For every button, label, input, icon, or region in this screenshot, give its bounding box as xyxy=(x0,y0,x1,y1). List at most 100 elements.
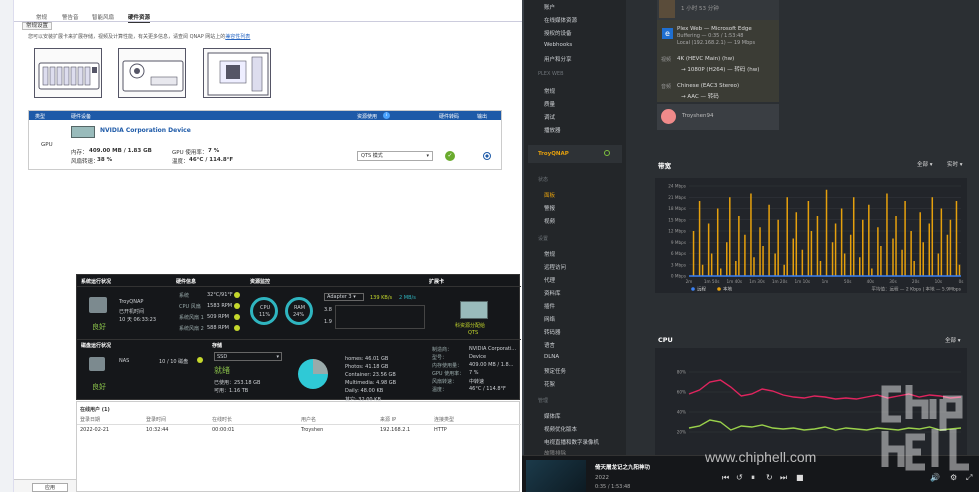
sidebar-item-devices[interactable]: 授权的设备 xyxy=(544,29,572,37)
storage-select[interactable]: SSD ▾ xyxy=(214,352,282,361)
tab-buzzer[interactable]: 警告音 xyxy=(62,13,79,21)
sidebar-item-language[interactable]: 语言 xyxy=(544,341,555,349)
sidebar-item-optimized-versions[interactable]: 视频优化版本 xyxy=(544,425,577,433)
volume-icon[interactable]: 🔊 xyxy=(930,473,940,482)
col-type: 类型 xyxy=(35,113,46,120)
cpu-filter[interactable]: 全部 ▾ xyxy=(945,336,961,344)
sidebar-item-dashboard[interactable]: 面板 xyxy=(544,191,555,199)
section-plex-web: PLEX WEB xyxy=(538,71,564,77)
bar-mark xyxy=(843,253,846,276)
storage-used: 已使用：253.18 GB xyxy=(214,380,261,386)
bar-mark xyxy=(955,201,958,276)
disk-value: 10 / 10 磁盘 xyxy=(159,359,189,365)
sidebar-item-transcoder[interactable]: 转码器 xyxy=(544,328,561,336)
x-tick-label: 1m 50s xyxy=(704,279,720,284)
skip-back-icon[interactable]: ⏮ xyxy=(722,473,729,483)
bar-mark xyxy=(880,246,882,276)
subtab-general-settings[interactable]: 常规设置 xyxy=(22,22,52,30)
bar-mark xyxy=(719,268,722,276)
bar-mark xyxy=(735,261,737,276)
replay-10-icon[interactable]: ↺ xyxy=(736,473,743,482)
tab-general[interactable]: 常规 xyxy=(36,13,47,21)
bar-mark xyxy=(871,268,873,276)
tab-smart-fan[interactable]: 智能风扇 xyxy=(92,13,114,21)
bandwidth-filter[interactable]: 全部 ▾ xyxy=(917,160,933,168)
chevron-down-icon: ▾ xyxy=(426,153,429,159)
x-tick-label: 20s xyxy=(912,279,920,284)
y-tick-label: 24 Mbps xyxy=(668,184,686,189)
nas-back-image xyxy=(118,48,186,98)
user-avatar xyxy=(661,109,676,124)
bar-mark xyxy=(792,238,795,276)
cpu-value: 11% xyxy=(259,312,271,318)
sidebar-item-library[interactable]: 资料库 xyxy=(544,289,561,297)
sidebar-item-users-sharing[interactable]: 用户和分享 xyxy=(544,55,572,63)
sidebar-item-alerts[interactable]: 警报 xyxy=(544,204,555,212)
forward-30-icon[interactable]: ↻ xyxy=(766,473,773,482)
info-icon[interactable]: i xyxy=(383,112,390,119)
now-playing-thumbnail[interactable] xyxy=(526,460,586,492)
left-nav-strip xyxy=(0,0,14,492)
sidebar-item-extras[interactable]: 花絮 xyxy=(544,380,555,388)
server-name[interactable]: TroyQNAP xyxy=(538,151,569,157)
bar-mark xyxy=(825,189,828,276)
y-tick-label: 21 Mbps xyxy=(668,195,686,200)
watermark-text: www.chiphell.com xyxy=(705,449,817,465)
sidebar-item-video[interactable]: 视频 xyxy=(544,217,555,225)
bar-mark xyxy=(710,253,713,276)
sidebar-item-account[interactable]: 账户 xyxy=(544,3,555,11)
bar-mark xyxy=(852,197,855,276)
adapter-select[interactable]: Adapter 3 ▾ xyxy=(324,293,364,301)
y-tick-label: 0 Mbps xyxy=(671,274,686,279)
gpu-type: GPU xyxy=(41,142,53,148)
pause-icon[interactable]: ⏸ xyxy=(751,473,755,483)
sidebar-item-scheduled-tasks[interactable]: 预定任务 xyxy=(544,367,566,375)
gpu-resource-table: 类型 硬件设备 资源使用 硬件转码 输出 i GPU NVIDIA Corpor… xyxy=(28,110,502,170)
sidebar-item-settings-general[interactable]: 常规 xyxy=(544,250,555,258)
bar-mark xyxy=(928,223,931,276)
stop-icon[interactable]: ■ xyxy=(796,473,804,482)
settings-icon[interactable]: ⚙ xyxy=(950,473,957,482)
hardware-info-title: 硬件信息 xyxy=(176,279,197,285)
bar-mark xyxy=(777,219,779,276)
sidebar-item-live-tv-dvr[interactable]: 电视直播和数字录像机 xyxy=(544,438,599,446)
bar-mark xyxy=(807,201,810,276)
bar-mark xyxy=(913,261,915,276)
storage-pie xyxy=(298,359,328,389)
sidebar-item-quality[interactable]: 质量 xyxy=(544,100,555,108)
sidebar-item-general[interactable]: 常规 xyxy=(544,87,555,95)
bar-mark xyxy=(901,249,903,276)
tab-hardware-resources[interactable]: 硬件资源 xyxy=(128,13,151,23)
y-tick-label: 15 Mbps xyxy=(668,217,686,222)
memory-label: 内存： xyxy=(71,150,88,156)
sidebar-item-dlna[interactable]: DLNA xyxy=(544,354,559,360)
sidebar-item-player[interactable]: 播放器 xyxy=(544,126,561,134)
bandwidth-chart: 0 Mbps 3 Mbps 6 Mbps 9 Mbps 12 Mbps 15 Mbps 18… xyxy=(655,178,967,293)
fullscreen-icon[interactable]: ⤢ xyxy=(966,473,972,483)
ram-gauge xyxy=(285,297,313,325)
apply-button[interactable]: 应用 xyxy=(32,483,68,492)
sidebar-item-remote-access[interactable]: 远程访问 xyxy=(544,263,566,271)
mode-select[interactable]: QTS 模式 ▾ xyxy=(357,151,433,161)
sidebar-item-online-media[interactable]: 在线媒体资源 xyxy=(544,16,577,24)
x-tick-label: 1m 10s xyxy=(795,279,811,284)
sidebar-item-debug[interactable]: 调试 xyxy=(544,113,555,121)
hw-label-1: CPU 风扇 xyxy=(179,304,201,310)
col-device: 硬件设备 xyxy=(71,113,92,120)
sidebar-item-libraries[interactable]: 媒体库 xyxy=(544,412,561,420)
now-playing-title[interactable]: 倚天屠龙记之九阳神功 xyxy=(595,463,650,471)
sidebar-item-network[interactable]: 网络 xyxy=(544,315,555,323)
session-location: Local (192.168.2.1) — 19 Mbps xyxy=(677,40,756,46)
sidebar-item-proxy[interactable]: 代理 xyxy=(544,276,555,284)
compat-list-link[interactable]: 兼容性列表 xyxy=(225,34,250,40)
sidebar-item-webhooks[interactable]: Webhooks xyxy=(544,42,572,48)
sidebar-item-plugins[interactable]: 插件 xyxy=(544,302,555,310)
storage-select-value: SSD xyxy=(217,354,228,360)
session-card[interactable]: e Plex Web — Microsoft Edge Buffering — … xyxy=(657,20,779,102)
bar-mark xyxy=(707,223,710,276)
output-radio[interactable] xyxy=(483,152,491,160)
session-header: 1 小时 53 分钟 xyxy=(657,0,779,20)
session-client: Plex Web — Microsoft Edge xyxy=(677,26,752,32)
bandwidth-mode[interactable]: 实时 ▾ xyxy=(947,160,963,168)
skip-forward-icon[interactable]: ⏭ xyxy=(780,473,787,483)
